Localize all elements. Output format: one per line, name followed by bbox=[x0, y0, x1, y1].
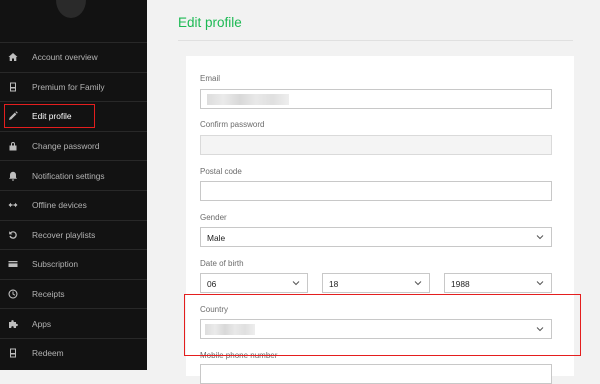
dob-year-select[interactable]: 1988 bbox=[444, 273, 552, 293]
sidebar-item-apps[interactable]: Apps bbox=[0, 308, 147, 338]
sidebar-item-account-overview[interactable]: Account overview bbox=[0, 42, 147, 72]
sidebar-item-label: Offline devices bbox=[32, 200, 87, 211]
title-divider bbox=[178, 40, 573, 41]
dob-day-select[interactable]: 18 bbox=[322, 273, 430, 293]
sidebar-item-label: Recover playlists bbox=[32, 229, 96, 240]
device-icon bbox=[8, 82, 18, 92]
sidebar-item-edit-profile[interactable]: Edit profile bbox=[0, 101, 147, 131]
sidebar-item-label: Subscription bbox=[32, 259, 79, 270]
gender-value: Male bbox=[207, 233, 226, 243]
sidebar-item-label: Change password bbox=[32, 141, 100, 152]
sidebar-item-label: Notification settings bbox=[32, 170, 105, 181]
home-icon bbox=[8, 52, 18, 62]
email-label: Email bbox=[200, 74, 221, 83]
confirm-password-label: Confirm password bbox=[200, 120, 265, 129]
dob-month-select[interactable]: 06 bbox=[200, 273, 308, 293]
sidebar-item-premium-for-family[interactable]: Premium for Family bbox=[0, 71, 147, 102]
chevron-down-icon bbox=[292, 279, 300, 287]
bell-icon bbox=[8, 171, 18, 181]
sidebar-item-redeem[interactable]: Redeem bbox=[0, 337, 147, 368]
arrows-icon bbox=[8, 200, 18, 210]
chevron-down-icon bbox=[536, 279, 544, 287]
country-highlight-box bbox=[184, 294, 581, 356]
sidebar-item-recover-playlists[interactable]: Recover playlists bbox=[0, 219, 147, 250]
date-of-birth-label: Date of birth bbox=[200, 259, 244, 268]
puzzle-icon bbox=[8, 319, 18, 329]
postal-code-field[interactable] bbox=[200, 181, 552, 201]
sidebar-item-subscription[interactable]: Subscription bbox=[0, 249, 147, 279]
confirm-password-field[interactable] bbox=[200, 135, 552, 155]
dob-year-value: 1988 bbox=[451, 279, 470, 289]
device-icon bbox=[8, 348, 18, 358]
clock-icon bbox=[8, 289, 18, 299]
sidebar-item-receipts[interactable]: Receipts bbox=[0, 278, 147, 309]
avatar[interactable] bbox=[56, 0, 86, 18]
card-icon bbox=[8, 259, 18, 269]
sidebar-nav: Account overview Premium for Family Edit… bbox=[0, 42, 147, 368]
dob-day-value: 18 bbox=[329, 279, 339, 289]
dob-month-value: 06 bbox=[207, 279, 217, 289]
postal-code-label: Postal code bbox=[200, 167, 242, 176]
edit-profile-highlight-box bbox=[4, 104, 95, 129]
sidebar-item-label: Premium for Family bbox=[32, 81, 105, 92]
mobile-phone-field[interactable] bbox=[200, 364, 552, 384]
sidebar-item-offline-devices[interactable]: Offline devices bbox=[0, 189, 147, 220]
lock-icon bbox=[8, 141, 18, 151]
email-redacted-blur bbox=[207, 94, 289, 105]
gender-select[interactable]: Male bbox=[200, 227, 552, 247]
chevron-down-icon bbox=[414, 279, 422, 287]
page-title: Edit profile bbox=[178, 15, 242, 30]
sidebar-item-label: Apps bbox=[32, 318, 52, 329]
recover-icon bbox=[8, 230, 18, 240]
sidebar-item-change-password[interactable]: Change password bbox=[0, 130, 147, 161]
sidebar-item-label: Receipts bbox=[32, 289, 65, 300]
sidebar: Account overview Premium for Family Edit… bbox=[0, 0, 147, 370]
sidebar-item-notification-settings[interactable]: Notification settings bbox=[0, 160, 147, 190]
email-field[interactable] bbox=[200, 89, 552, 109]
chevron-down-icon bbox=[536, 233, 544, 241]
sidebar-item-label: Account overview bbox=[32, 52, 98, 63]
sidebar-item-label: Redeem bbox=[32, 348, 64, 359]
gender-label: Gender bbox=[200, 213, 227, 222]
